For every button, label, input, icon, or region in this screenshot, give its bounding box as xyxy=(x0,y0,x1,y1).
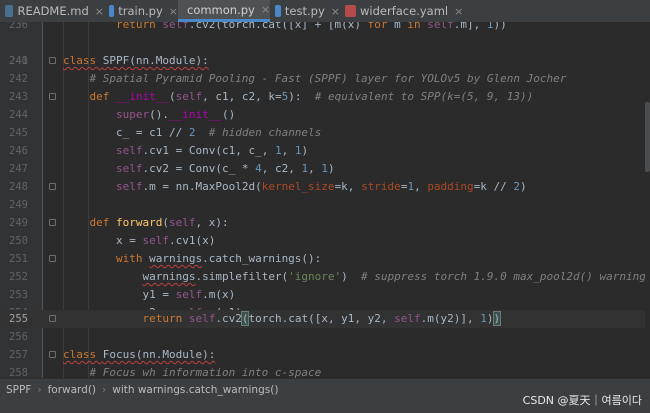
fold-icon[interactable] xyxy=(49,57,56,64)
markdown-file-icon xyxy=(5,5,14,17)
fold-icon[interactable] xyxy=(49,255,56,262)
tab-common[interactable]: common.py × xyxy=(178,0,270,22)
code-line: 250 x = self.cv1(x) xyxy=(9,234,216,247)
current-code-line: 255 return self.cv2(torch.cat([x, y1, y2… xyxy=(0,310,650,328)
code-line: 243 def __init__(self, c1, c2, k=5): # e… xyxy=(9,90,534,103)
tab-widerface[interactable]: widerface.yaml × xyxy=(340,0,468,22)
tab-readme[interactable]: README.md × xyxy=(0,0,104,22)
close-icon[interactable]: × xyxy=(95,5,104,18)
close-icon[interactable]: × xyxy=(261,3,270,16)
tab-label: test.py xyxy=(284,4,325,18)
code-line: 241 class SPPF(nn.Module): xyxy=(9,54,209,67)
yaml-file-icon xyxy=(345,5,356,17)
code-line: 245 c_ = c1 // 2 # hidden channels xyxy=(9,126,322,139)
code-line: 249 def forward(self, x): xyxy=(9,216,229,229)
code-line: 246 self.cv1 = Conv(c1, c_, 1, 1) xyxy=(9,144,309,157)
python-file-icon xyxy=(109,5,115,17)
code-editor[interactable]: 236 return self.cv2(torch.cat([x] + [m(x… xyxy=(0,22,650,378)
fold-icon[interactable] xyxy=(49,93,56,100)
code-line: 248 self.m = nn.MaxPool2d(kernel_size=k,… xyxy=(9,180,527,193)
scrollbar-thumb[interactable] xyxy=(645,102,650,172)
code-line: 236 return self.cv2(torch.cat([x] + [m(x… xyxy=(9,22,507,31)
tab-label: widerface.yaml xyxy=(360,4,449,18)
code-line: 258 # Focus wh information into c-space xyxy=(9,366,322,378)
text-cursor xyxy=(500,312,502,326)
code-line: 242 # Spatial Pyramid Pooling - Fast (SP… xyxy=(9,72,567,85)
tab-label: common.py xyxy=(187,2,255,17)
editor-scrollbar[interactable] xyxy=(645,22,650,378)
fold-icon[interactable] xyxy=(49,183,56,190)
code-line: 249 xyxy=(9,199,28,211)
fold-icon[interactable] xyxy=(49,315,56,322)
close-icon[interactable]: × xyxy=(454,5,463,18)
code-line: 251 with warnings.catch_warnings(): xyxy=(9,252,322,265)
fold-icon[interactable] xyxy=(49,219,56,226)
code-line: 247 self.cv2 = Conv(c_ * 4, c2, 1, 1) xyxy=(9,162,335,175)
breadcrumb-item-method[interactable]: forward() xyxy=(42,384,102,396)
editor-tab-bar: README.md × train.py × common.py × test.… xyxy=(0,0,650,23)
watermark: CSDN @夏天｜여름이다 xyxy=(522,394,642,407)
tab-label: README.md xyxy=(17,4,89,18)
tab-train[interactable]: train.py × xyxy=(104,0,178,22)
code-line: 244 super().__init__() xyxy=(9,108,236,121)
code-line: 253 y1 = self.m(x) xyxy=(9,288,236,301)
fold-icon[interactable] xyxy=(49,351,56,358)
code-line: 252 warnings.simplefilter('ignore') # su… xyxy=(9,270,646,283)
tab-label: train.py xyxy=(118,4,163,18)
python-file-icon xyxy=(275,5,281,17)
breadcrumb-item-block[interactable]: with warnings.catch_warnings() xyxy=(106,384,284,396)
tab-test[interactable]: test.py × xyxy=(270,0,340,22)
close-icon[interactable]: × xyxy=(331,5,340,18)
breadcrumb-item-class[interactable]: SPPF xyxy=(0,384,37,396)
code-line: 256 xyxy=(9,331,28,343)
close-icon[interactable]: × xyxy=(169,5,178,18)
code-line: 257 class Focus(nn.Module): xyxy=(9,348,216,361)
